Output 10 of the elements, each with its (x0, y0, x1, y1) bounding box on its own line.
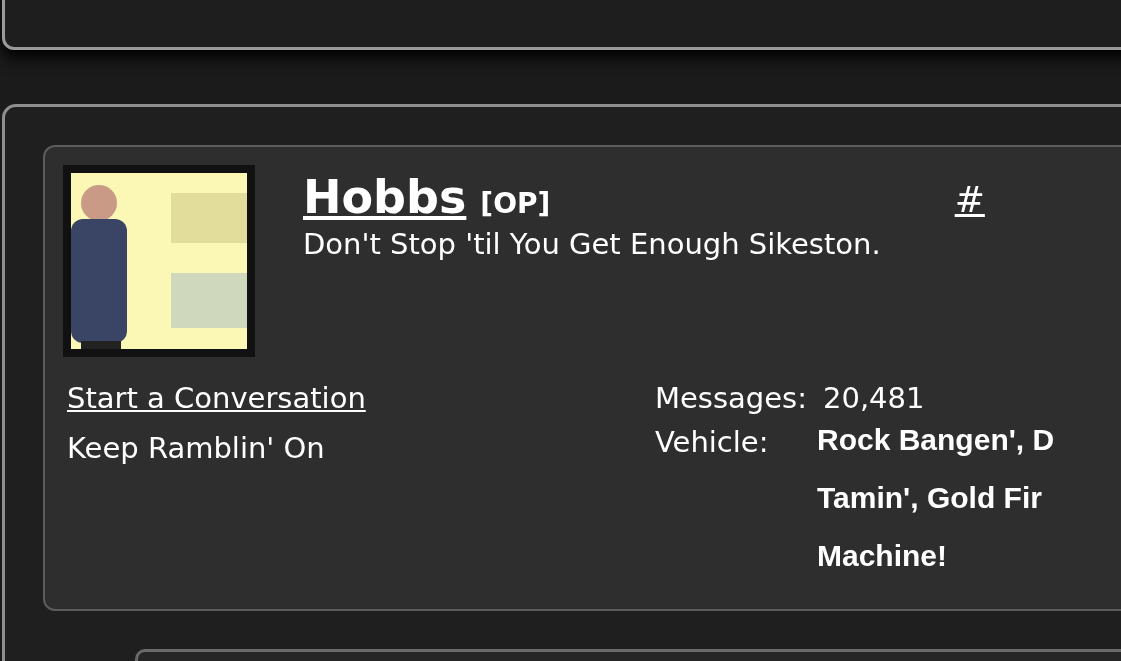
user-status: Keep Ramblin' On (67, 431, 325, 465)
username-link[interactable]: Hobbs (303, 169, 467, 225)
stat-label: Vehicle: (655, 425, 770, 459)
conversation-link[interactable]: Start a Conversation (67, 381, 366, 415)
stat-value: Rock Bangen', D Tamin', Gold Fir Machine! (817, 422, 1055, 574)
user-title: Don't Stop 'til You Get Enough Sikeston. (303, 227, 881, 261)
permalink[interactable]: # (954, 179, 985, 220)
stat-value: 20,481 (823, 381, 925, 415)
stat-label: Messages: (655, 381, 807, 415)
op-label: [OP] (480, 187, 551, 220)
